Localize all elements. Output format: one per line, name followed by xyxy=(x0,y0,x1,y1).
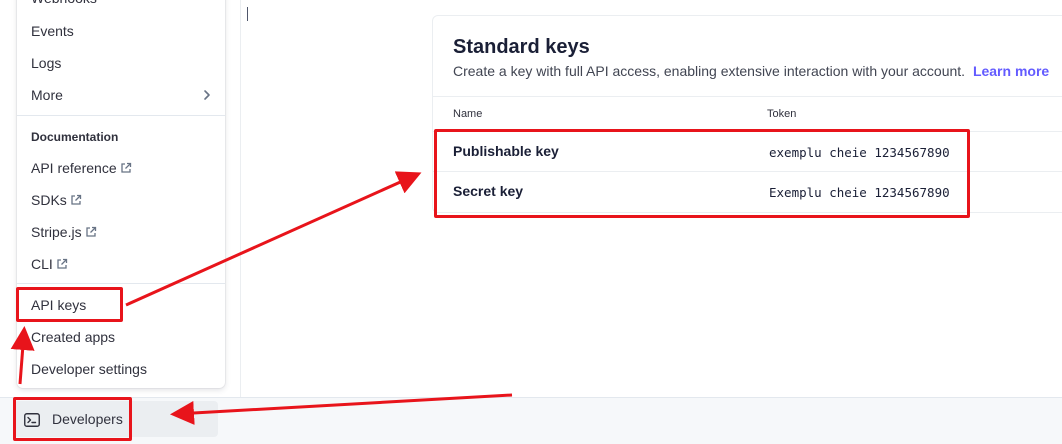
menu-item-more[interactable]: More xyxy=(31,83,211,107)
card-title: Standard keys xyxy=(453,36,590,58)
menu-item-label: Created apps xyxy=(31,329,116,345)
column-header-token: Token xyxy=(767,108,797,120)
menu-item-sdks[interactable]: SDKs xyxy=(31,188,211,212)
external-link-icon xyxy=(70,194,82,206)
chevron-right-icon xyxy=(203,83,211,114)
highlight-keys-table xyxy=(434,129,970,218)
menu-item-label: Developer settings xyxy=(31,361,147,377)
external-link-icon xyxy=(85,226,97,238)
menu-item-label: Logs xyxy=(31,55,62,71)
menu-item-label: Stripe.js xyxy=(31,224,82,240)
header-divider xyxy=(433,96,1062,97)
menu-item-cli[interactable]: CLI xyxy=(31,252,211,276)
highlight-developers xyxy=(13,397,132,441)
learn-more-link[interactable]: Learn more xyxy=(973,63,1049,79)
text-cursor xyxy=(247,7,248,21)
external-link-icon xyxy=(56,258,68,270)
menu-item-label: CLI xyxy=(31,256,53,272)
highlight-api-keys xyxy=(16,287,123,322)
page: Webhooks Events Logs More Documentation … xyxy=(0,0,1062,444)
menu-item-label: Webhooks xyxy=(31,0,97,10)
menu-item-stripejs[interactable]: Stripe.js xyxy=(31,220,211,244)
menu-item-label: API reference xyxy=(31,160,117,176)
documentation-heading: Documentation xyxy=(31,130,119,144)
card-subtitle: Create a key with full API access, enabl… xyxy=(453,63,1049,79)
subtitle-text: Create a key with full API access, enabl… xyxy=(453,63,966,79)
menu-item-label: Events xyxy=(31,23,74,39)
menu-item-webhooks[interactable]: Webhooks xyxy=(31,0,211,10)
column-separator xyxy=(240,0,241,397)
menu-item-label: SDKs xyxy=(31,192,67,208)
menu-item-logs[interactable]: Logs xyxy=(31,51,211,75)
menu-item-api-reference[interactable]: API reference xyxy=(31,156,211,180)
menu-item-developer-settings[interactable]: Developer settings xyxy=(31,357,211,381)
developers-menu: Webhooks Events Logs More Documentation … xyxy=(17,0,225,388)
menu-divider xyxy=(17,283,225,284)
external-link-icon xyxy=(120,162,132,174)
menu-divider xyxy=(17,115,225,116)
menu-item-created-apps[interactable]: Created apps xyxy=(31,325,211,349)
menu-item-events[interactable]: Events xyxy=(31,19,211,43)
menu-item-label: More xyxy=(31,87,63,103)
column-header-name: Name xyxy=(453,108,483,120)
